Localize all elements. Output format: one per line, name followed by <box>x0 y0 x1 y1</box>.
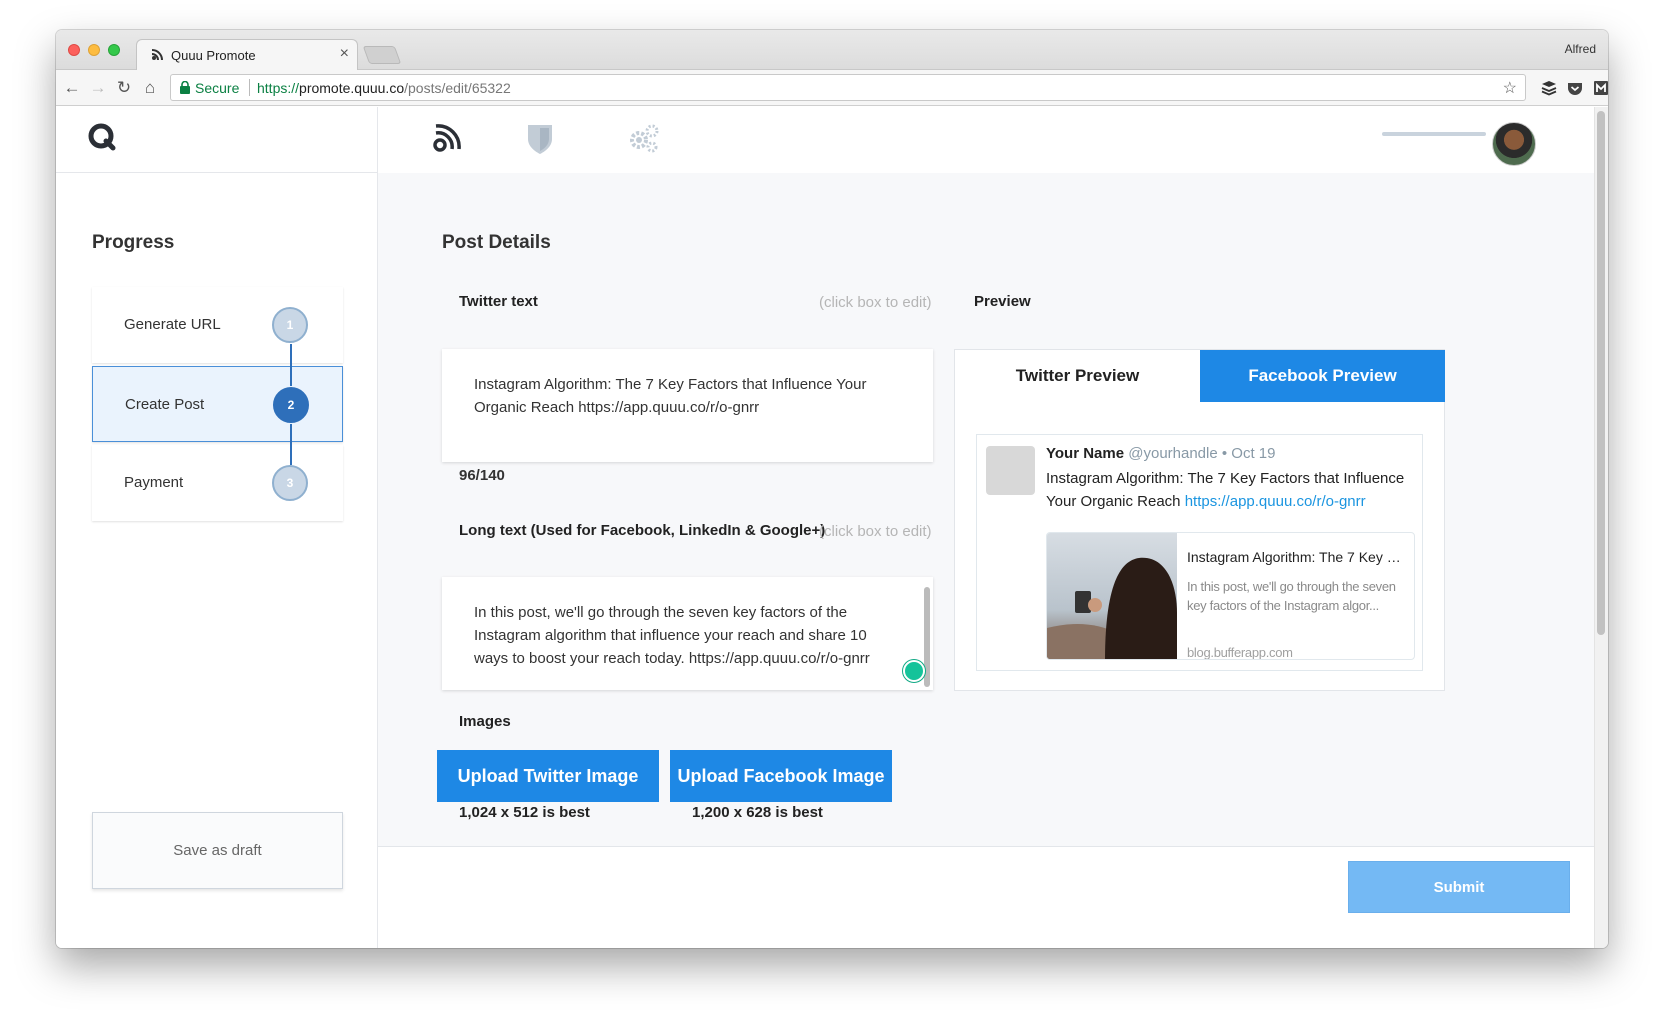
step-label: Create Post <box>125 396 205 413</box>
link-card-description: In this post, we'll go through the seven… <box>1187 579 1396 613</box>
tab-bar: Quuu Promote × Alfred <box>56 30 1608 71</box>
tweet-handle-date: @yourhandle • Oct 19 <box>1124 445 1276 462</box>
maximize-window-button[interactable] <box>108 44 120 56</box>
home-icon[interactable]: ⌂ <box>140 78 160 98</box>
step-number: 1 <box>272 307 308 343</box>
url-path: /posts/edit/65322 <box>404 80 511 96</box>
url-field[interactable]: Secure https://promote.quuu.co/posts/edi… <box>170 74 1526 101</box>
tweet-header: Your Name @yourhandle • Oct 19 <box>1046 445 1275 462</box>
long-text-input[interactable]: In this post, we'll go through the seven… <box>442 577 933 690</box>
pocket-icon[interactable] <box>1566 79 1584 97</box>
page-title: Post Details <box>442 232 551 253</box>
grammarly-icon[interactable] <box>903 660 925 682</box>
twitter-text-input[interactable]: Instagram Algorithm: The 7 Key Factors t… <box>442 349 933 462</box>
step-generate-url[interactable]: Generate URL 1 <box>92 287 343 363</box>
link-card-image <box>1047 533 1177 659</box>
upload-facebook-image-button[interactable]: Upload Facebook Image <box>670 750 892 802</box>
url-host: promote.quuu.co <box>299 80 405 96</box>
url-text: https://promote.quuu.co/posts/edit/65322 <box>257 80 511 96</box>
tweet-avatar <box>986 446 1035 495</box>
tweet-preview-card: Your Name @yourhandle • Oct 19 Instagram… <box>976 434 1423 671</box>
reload-icon[interactable]: ↻ <box>114 78 134 98</box>
profile-name[interactable]: Alfred <box>1565 42 1596 56</box>
step-label: Payment <box>124 474 184 491</box>
long-text-edit-hint: (click box to edit) <box>819 523 932 540</box>
progress-title: Progress <box>92 232 175 253</box>
step-label: Generate URL <box>124 316 221 333</box>
link-card-title: Instagram Algorithm: The 7 Key Factors t… <box>1187 549 1407 565</box>
upload-twitter-image-button[interactable]: Upload Twitter Image <box>437 750 659 802</box>
long-text-label: Long text (Used for Facebook, LinkedIn &… <box>459 522 826 539</box>
quuu-favicon-icon <box>151 49 163 61</box>
step-create-post[interactable]: Create Post 2 <box>92 366 343 442</box>
browser-window: Quuu Promote × Alfred ← → ↻ ⌂ Secure htt… <box>56 30 1608 948</box>
facebook-image-size-hint: 1,200 x 628 is best <box>692 804 823 821</box>
browser-tab[interactable]: Quuu Promote × <box>136 39 358 71</box>
tab-close-icon[interactable]: × <box>340 45 349 63</box>
url-divider <box>249 79 250 96</box>
preview-panel: Twitter Preview Facebook Preview Your Na… <box>954 349 1445 691</box>
address-bar: ← → ↻ ⌂ Secure https://promote.quuu.co/p… <box>56 70 1608 106</box>
step-number: 3 <box>272 465 308 501</box>
step-connector <box>290 344 292 386</box>
buffer-icon[interactable] <box>1540 79 1558 97</box>
settings-gears-icon[interactable] <box>626 121 662 157</box>
step-payment[interactable]: Payment 3 <box>92 445 343 521</box>
logo-row <box>56 107 378 173</box>
save-draft-button[interactable]: Save as draft <box>92 812 343 889</box>
link-card-domain: blog.bufferapp.com <box>1187 645 1293 660</box>
submit-button[interactable]: Submit <box>1348 861 1570 913</box>
tweet-text: Instagram Algorithm: The 7 Key Factors t… <box>1046 467 1416 513</box>
twitter-text-label: Twitter text <box>459 293 538 310</box>
minimize-window-button[interactable] <box>88 44 100 56</box>
url-scheme: https:// <box>257 80 300 96</box>
mercury-icon[interactable] <box>1592 79 1608 97</box>
nav-divider-line <box>1382 132 1486 136</box>
sidebar: Progress Generate URL 1 Create Post 2 Pa… <box>56 107 378 948</box>
close-window-button[interactable] <box>68 44 80 56</box>
twitter-edit-hint: (click box to edit) <box>819 294 932 311</box>
long-text-wrapper: In this post, we'll go through the seven… <box>442 577 933 690</box>
step-number: 2 <box>273 387 309 423</box>
shield-icon[interactable] <box>522 121 558 157</box>
page-scrollbar-thumb[interactable] <box>1597 111 1605 635</box>
new-tab-button[interactable] <box>362 46 402 64</box>
tweet-author-name: Your Name <box>1046 445 1125 462</box>
secure-label: Secure <box>195 80 240 96</box>
back-icon[interactable]: ← <box>62 78 82 98</box>
page: Progress Generate URL 1 Create Post 2 Pa… <box>56 107 1608 948</box>
footer: Submit <box>378 847 1594 948</box>
images-label: Images <box>459 713 511 730</box>
tab-facebook-preview[interactable]: Facebook Preview <box>1200 350 1445 402</box>
twitter-char-counter: 96/140 <box>459 467 505 484</box>
step-connector <box>290 424 292 465</box>
tab-twitter-preview[interactable]: Twitter Preview <box>955 350 1200 402</box>
page-scrollbar[interactable] <box>1594 107 1608 948</box>
twitter-image-size-hint: 1,024 x 512 is best <box>459 804 590 821</box>
preview-label: Preview <box>974 293 1031 310</box>
lock-icon <box>180 81 190 94</box>
forward-icon[interactable]: → <box>88 78 108 98</box>
tab-title: Quuu Promote <box>171 48 256 63</box>
promote-feed-icon[interactable] <box>428 121 464 157</box>
quuu-logo-icon[interactable] <box>86 121 118 153</box>
top-nav <box>378 107 1608 173</box>
star-icon[interactable]: ☆ <box>1503 78 1517 98</box>
tweet-link[interactable]: https://app.quuu.co/r/o-gnrr <box>1185 493 1366 510</box>
tweet-link-card[interactable]: Instagram Algorithm: The 7 Key Factors t… <box>1046 532 1415 660</box>
avatar[interactable] <box>1492 122 1536 166</box>
